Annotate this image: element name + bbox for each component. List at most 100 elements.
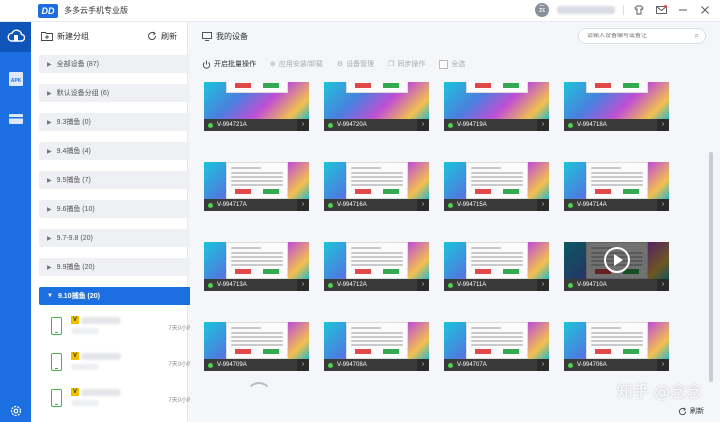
chevron-right-icon[interactable]: › — [657, 279, 669, 291]
refresh-groups-button[interactable]: 刷新 — [147, 31, 177, 42]
device-screenshot[interactable] — [324, 322, 429, 359]
search-box[interactable]: ⌕ — [578, 28, 706, 44]
group-9-5[interactable]: ▶ 9.5捕鱼 (7) — [39, 171, 209, 189]
gear-icon: ⚙ — [336, 61, 344, 68]
device-manage-button[interactable]: ⚙ 设备管理 — [337, 59, 374, 69]
device-screenshot[interactable] — [204, 162, 309, 199]
group-default[interactable]: ▶ 默认设备分组 (6) — [39, 84, 209, 102]
device-id: V-994715A — [457, 202, 487, 208]
chevron-right-icon[interactable]: › — [537, 359, 549, 371]
group-all-devices[interactable]: ▶ 全部设备 (87) — [39, 55, 209, 73]
device-screenshot[interactable] — [204, 242, 309, 279]
chevron-right-icon[interactable]: › — [417, 119, 429, 131]
chevron-right-icon[interactable]: › — [297, 279, 309, 291]
chevron-right-icon[interactable]: › — [417, 199, 429, 211]
grid-scrollbar[interactable] — [709, 152, 713, 382]
group-device-row[interactable]: V 7天0小时 — [51, 386, 201, 416]
apk-nav[interactable]: APK — [0, 64, 31, 94]
select-all-checkbox[interactable] — [439, 59, 449, 69]
chevron-right-icon[interactable]: › — [657, 199, 669, 211]
device-screenshot[interactable] — [444, 82, 549, 119]
device-caption: V-994720A › — [324, 119, 429, 131]
group-9-10[interactable]: ▼ 9.10捕鱼 (20) — [39, 287, 209, 305]
chevron-right-icon[interactable]: › — [657, 119, 669, 131]
avatar[interactable]: 云 — [535, 3, 549, 17]
device-card[interactable]: V-994708A › — [324, 322, 429, 371]
device-card[interactable]: V-994718A › — [564, 82, 669, 131]
device-screenshot[interactable] — [564, 162, 669, 199]
chevron-right-icon[interactable]: › — [537, 279, 549, 291]
select-all[interactable]: 全选 — [439, 59, 465, 69]
device-card[interactable]: V-994715A › — [444, 162, 549, 211]
device-card[interactable]: V-994710A › — [564, 242, 669, 291]
device-screenshot[interactable] — [204, 82, 309, 119]
new-group-button[interactable]: 新建分组 — [41, 31, 89, 42]
device-screenshot[interactable] — [324, 162, 429, 199]
device-card[interactable]: V-994721A › — [204, 82, 309, 131]
app-install-label: 应用安装/卸载 — [278, 61, 323, 68]
device-card[interactable]: V-994706A › — [564, 322, 669, 371]
device-card[interactable]: V-994713A › — [204, 242, 309, 291]
close-icon[interactable] — [698, 3, 712, 17]
sync-button[interactable]: ❐ 同步操作 — [388, 59, 425, 69]
settings-nav[interactable] — [0, 396, 31, 422]
device-card[interactable]: V-994709A › — [204, 322, 309, 371]
online-status-icon — [328, 282, 333, 288]
device-screenshot[interactable] — [564, 322, 669, 359]
refresh-icon — [678, 407, 687, 415]
group-9-7-9-8[interactable]: ▶ 9.7-9.8 (20) — [39, 229, 209, 247]
mail-icon[interactable] — [654, 3, 668, 17]
chevron-right-icon[interactable]: › — [657, 359, 669, 371]
device-card[interactable]: V-994720A › — [324, 82, 429, 131]
device-screenshot[interactable] — [444, 162, 549, 199]
device-screenshot[interactable] — [324, 242, 429, 279]
chevron-right-icon[interactable]: › — [417, 359, 429, 371]
chevron-right-icon[interactable]: › — [297, 199, 309, 211]
group-9-6[interactable]: ▶ 9.6捕鱼 (10) — [39, 200, 209, 218]
batch-toggle-button[interactable]: 开启批量操作 — [202, 59, 256, 69]
storage-nav[interactable] — [0, 104, 31, 134]
device-screenshot[interactable] — [444, 322, 549, 359]
group-device-row[interactable]: V 7天0小时 — [51, 350, 201, 380]
device-screenshot[interactable] — [564, 82, 669, 119]
device-id: V-994716A — [337, 202, 367, 208]
device-card[interactable]: V-994714A › — [564, 162, 669, 211]
minimize-icon[interactable] — [676, 3, 690, 17]
search-input[interactable] — [587, 33, 687, 39]
chevron-right-icon[interactable]: › — [297, 359, 309, 371]
app-install-button[interactable]: ⊛ 应用安装/卸载 — [270, 59, 323, 69]
monitor-icon — [202, 31, 212, 41]
device-card[interactable]: V-994716A › — [324, 162, 429, 211]
select-all-label: 全选 — [451, 61, 466, 68]
device-card[interactable]: V-994707A › — [444, 322, 549, 371]
device-card[interactable]: V-994712A › — [324, 242, 429, 291]
device-card[interactable]: V-994711A › — [444, 242, 549, 291]
chevron-right-icon[interactable]: › — [297, 119, 309, 131]
chevron-right-icon[interactable]: › — [537, 199, 549, 211]
device-id: V-994720A — [337, 122, 367, 128]
refresh-grid-button[interactable]: 刷新 — [678, 406, 704, 416]
group-label: 9.3捕鱼 (0) — [56, 119, 91, 126]
group-9-4[interactable]: ▶ 9.4捕鱼 (4) — [39, 142, 209, 160]
group-9-9[interactable]: ▶ 9.9捕鱼 (20) — [39, 258, 209, 276]
device-card[interactable]: V-994717A › — [204, 162, 309, 211]
device-tag: V — [71, 352, 79, 360]
cloud-phone-nav[interactable] — [0, 22, 31, 52]
search-icon[interactable]: ⌕ — [695, 31, 699, 41]
chevron-right-icon[interactable]: › — [537, 119, 549, 131]
chevron-right-icon[interactable]: › — [417, 279, 429, 291]
dialog-thumbnail — [466, 82, 528, 93]
group-device-row[interactable]: V 7天0小时 — [51, 314, 201, 344]
group-9-3[interactable]: ▶ 9.3捕鱼 (0) — [39, 113, 209, 131]
device-screenshot[interactable] — [324, 82, 429, 119]
device-screenshot[interactable] — [444, 242, 549, 279]
device-card[interactable]: V-994719A › — [444, 82, 549, 131]
play-icon[interactable] — [604, 247, 630, 273]
shirt-icon[interactable] — [632, 3, 646, 17]
device-tag: V — [71, 316, 79, 324]
device-screenshot[interactable] — [204, 322, 309, 359]
new-group-label: 新建分组 — [57, 31, 89, 41]
device-caption: V-994706A › — [564, 359, 669, 371]
phone-icon — [51, 389, 62, 407]
expand-arrow-icon: ▶ — [47, 235, 52, 242]
